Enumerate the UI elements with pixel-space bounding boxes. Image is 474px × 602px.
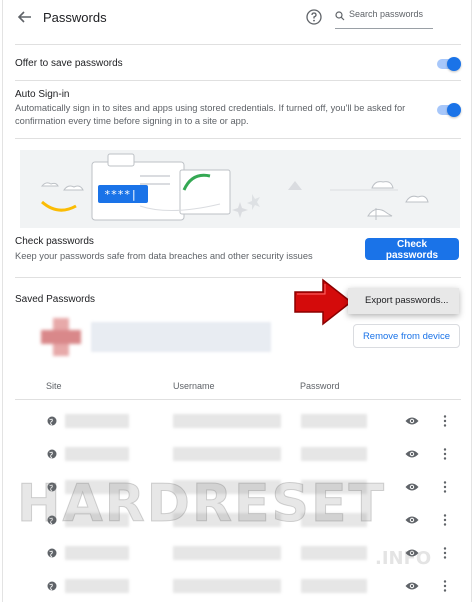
divider [15,80,461,81]
password-check-illustration: ****| [20,150,460,228]
remove-from-device-button[interactable]: Remove from device [353,324,460,348]
globe-icon [47,548,57,558]
site-value [65,447,129,461]
globe-icon [47,416,57,426]
password-value [301,447,367,461]
column-header-password: Password [300,381,340,391]
watermark: HARDRESET [17,474,386,535]
search-input[interactable] [349,9,431,19]
back-arrow-icon[interactable] [15,7,35,27]
divider [15,399,461,400]
auto-sign-in-label: Auto Sign-in [15,89,70,100]
auto-sign-in-description: Automatically sign in to sites and apps … [15,103,406,126]
settings-page: Passwords Offer to save passwords Auto S… [2,0,472,602]
globe-icon [47,449,57,459]
username-value [173,546,281,560]
offer-to-save-toggle[interactable] [437,57,461,71]
username-value [173,447,281,461]
eye-icon[interactable] [405,581,419,591]
more-vert-icon[interactable] [443,580,447,592]
globe-icon [47,581,57,591]
password-value [301,414,367,428]
account-name [91,322,271,352]
offer-to-save-row: Offer to save passwords [15,58,461,69]
red-arrow-icon [294,278,353,326]
more-vert-icon[interactable] [443,481,447,493]
auto-sign-in-toggle[interactable] [437,103,461,117]
check-passwords-button[interactable]: Check passwords [365,238,459,261]
auto-sign-in-row: Auto Sign-in Automatically sign in to si… [15,89,415,128]
divider [15,44,461,45]
username-value [173,414,281,428]
divider [15,138,461,139]
check-passwords-row: Check passwords Keep your passwords safe… [15,236,345,263]
watermark-suffix: .INFO [375,548,432,569]
account-avatar [41,318,81,356]
password-value [301,546,367,560]
password-mask: ****| [104,188,137,201]
top-bar: Passwords [3,0,471,34]
divider [15,277,461,278]
more-vert-icon[interactable] [443,547,447,559]
site-value [65,546,129,560]
eye-icon[interactable] [405,449,419,459]
search-icon [335,11,345,21]
check-passwords-description: Keep your passwords safe from data breac… [15,251,313,261]
offer-to-save-label: Offer to save passwords [15,58,123,69]
password-value [301,579,367,593]
username-value [173,579,281,593]
eye-icon[interactable] [405,482,419,492]
illustration-graphic: ****| [40,153,429,221]
eye-icon[interactable] [405,416,419,426]
export-menu: Export passwords... [348,288,459,314]
column-header-site: Site [46,381,62,391]
eye-icon[interactable] [405,515,419,525]
more-vert-icon[interactable] [443,448,447,460]
search-box[interactable] [335,6,433,29]
table-row[interactable] [15,409,461,437]
site-value [65,414,129,428]
more-vert-icon[interactable] [443,415,447,427]
page-title: Passwords [43,10,107,25]
help-icon[interactable] [305,8,323,26]
saved-passwords-title: Saved Passwords [15,294,96,305]
check-passwords-title: Check passwords [15,236,94,247]
site-value [65,579,129,593]
table-row[interactable] [15,442,461,470]
export-passwords-menu-item[interactable]: Export passwords... [348,288,459,314]
more-vert-icon[interactable] [443,514,447,526]
table-row[interactable] [15,574,461,602]
column-header-username: Username [173,381,215,391]
